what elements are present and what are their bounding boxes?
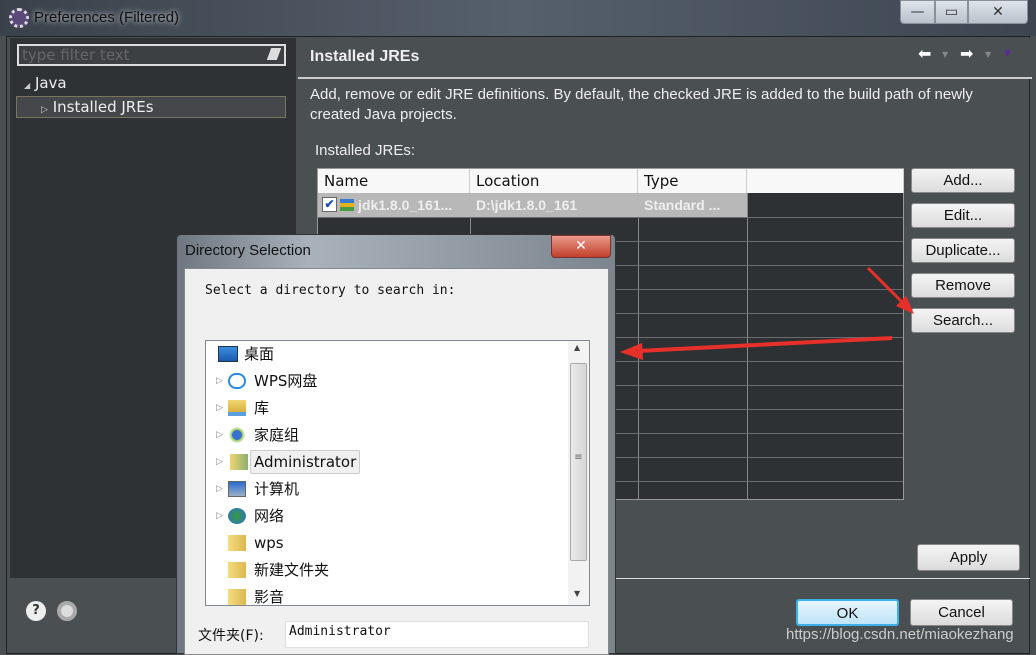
- arrow-to-search-button: [866, 266, 914, 314]
- arrow-to-dialog: [620, 336, 893, 360]
- annotation-arrows: [620, 266, 914, 360]
